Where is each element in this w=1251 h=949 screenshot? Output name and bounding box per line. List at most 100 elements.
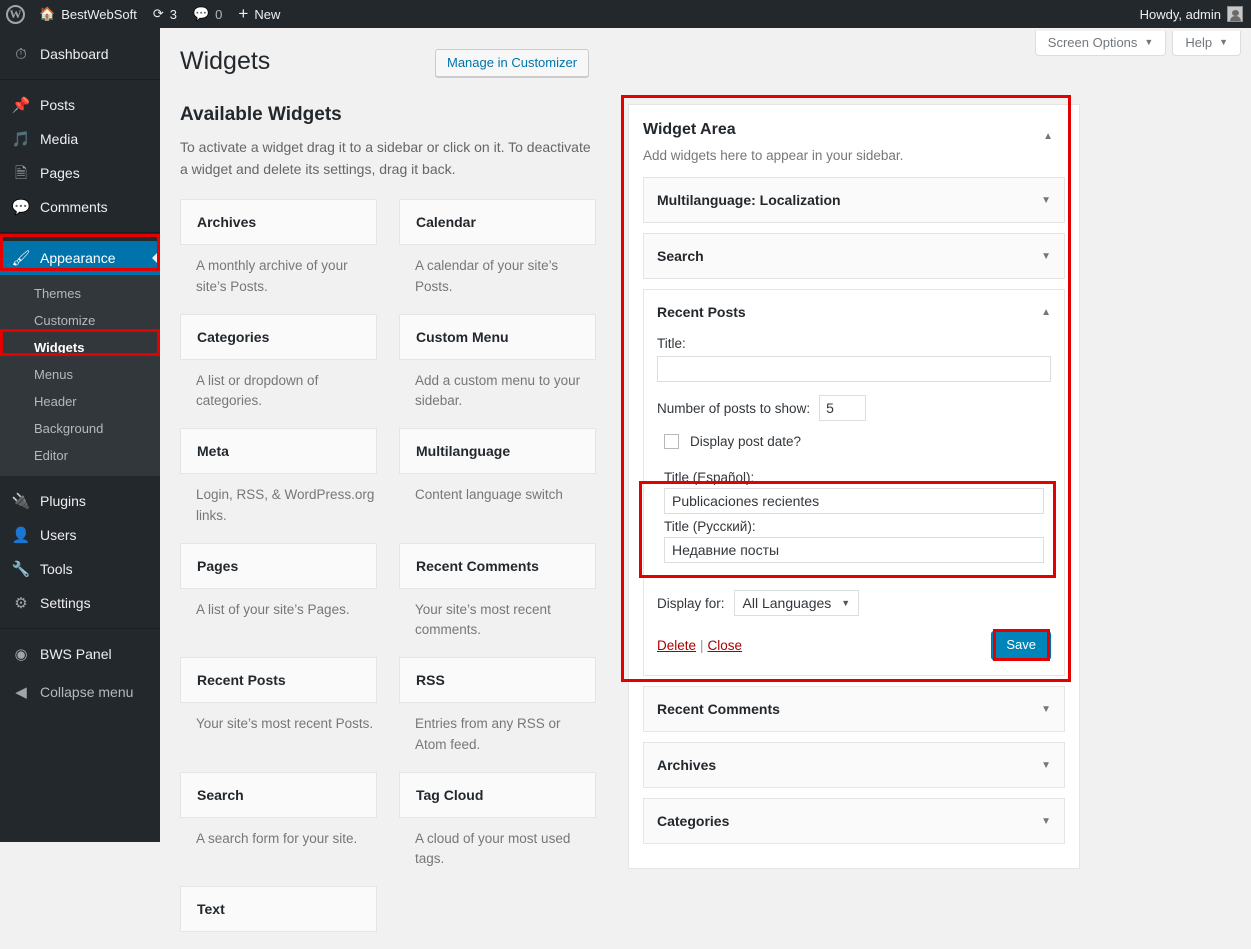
chevron-up-icon[interactable]: ▲ (1041, 307, 1051, 318)
sidebar-item-collapse-menu[interactable]: ◀ Collapse menu (0, 675, 160, 709)
widget-recent-posts[interactable]: Recent Posts ▲ Title: Number of posts to… (643, 289, 1065, 676)
available-widget-multilanguage[interactable]: Multilanguage Content language switch (399, 428, 596, 526)
sidebar-item-plugins[interactable]: 🔌 Plugins (0, 484, 160, 518)
submenu-item-menus[interactable]: Menus (0, 361, 160, 388)
chevron-down-icon[interactable]: ▼ (1041, 195, 1051, 206)
widget-name[interactable]: Categories (180, 313, 377, 360)
available-widget-calendar[interactable]: Calendar A calendar of your site’s Posts… (399, 199, 596, 297)
menu-divider (0, 79, 160, 80)
widget-name[interactable]: Search (180, 771, 377, 818)
chevron-down-icon[interactable]: ▼ (1041, 760, 1051, 771)
submenu-item-editor[interactable]: Editor (0, 442, 160, 469)
chevron-down-icon[interactable]: ▼ (1041, 251, 1051, 262)
sidebar-item-label: Appearance (40, 250, 116, 266)
sidebar-item-comments[interactable]: 💬 Comments (0, 190, 160, 224)
comments-menu[interactable]: 💬 0 (185, 0, 230, 28)
chevron-up-icon[interactable]: ▲ (1043, 131, 1053, 142)
widget-name[interactable]: Recent Posts (180, 657, 377, 704)
sidebar-item-pages[interactable]: 🗎 Pages (0, 156, 160, 190)
number-of-posts-input[interactable] (819, 395, 867, 421)
widget-header[interactable]: Search ▼ (644, 234, 1064, 278)
widget-description: A search form for your site. (196, 830, 358, 846)
sidebar-item-dashboard[interactable]: ⏱ Dashboard (0, 37, 160, 71)
available-widget-categories[interactable]: Categories A list or dropdown of categor… (180, 313, 377, 412)
available-widget-pages[interactable]: Pages A list of your site’s Pages. (180, 542, 377, 641)
help-button[interactable]: Help ▼ (1172, 31, 1241, 56)
title-ru-input[interactable] (664, 537, 1044, 563)
widget-control-actions: Delete | Close Save (657, 631, 1051, 659)
user-avatar-icon (1227, 6, 1243, 22)
title-es-input[interactable] (664, 488, 1044, 514)
widget-name[interactable]: Multilanguage (399, 428, 596, 475)
available-widget-archives[interactable]: Archives A monthly archive of your site’… (180, 199, 377, 297)
sidebar-item-appearance[interactable]: 🖌 Appearance (0, 241, 160, 275)
widget-area-title: Widget Area (643, 121, 736, 138)
widget-name[interactable]: Calendar (399, 199, 596, 246)
screen-options-button[interactable]: Screen Options ▼ (1034, 31, 1167, 56)
widget-recent-comments[interactable]: Recent Comments ▼ (643, 686, 1065, 732)
submenu-item-header[interactable]: Header (0, 388, 160, 415)
available-widget-meta[interactable]: Meta Login, RSS, & WordPress.org links. (180, 428, 377, 526)
sidebar-item-media[interactable]: 🎵 Media (0, 122, 160, 156)
submenu-item-themes[interactable]: Themes (0, 280, 160, 307)
updates-icon: ⟳ (152, 6, 164, 21)
display-post-date-checkbox[interactable] (664, 434, 679, 449)
available-widget-rss[interactable]: RSS Entries from any RSS or Atom feed. (399, 657, 596, 755)
sidebar-item-users[interactable]: 👤 Users (0, 518, 160, 552)
widget-name[interactable]: Archives (180, 199, 377, 246)
save-button[interactable]: Save (991, 631, 1051, 659)
site-name-menu[interactable]: 🏠 BestWebSoft (31, 0, 145, 28)
widget-categories[interactable]: Categories ▼ (643, 798, 1065, 844)
title-input[interactable] (657, 356, 1051, 382)
available-widget-recent-posts[interactable]: Recent Posts Your site’s most recent Pos… (180, 657, 377, 755)
available-widget-recent-comments[interactable]: Recent Comments Your site’s most recent … (399, 542, 596, 641)
my-account-menu[interactable]: Howdy, admin (1132, 0, 1243, 28)
comment-bubble-icon: 💬 (11, 198, 31, 216)
widget-header[interactable]: Multilanguage: Localization ▼ (644, 178, 1064, 222)
submenu-item-background[interactable]: Background (0, 415, 160, 442)
widget-name[interactable]: Text (180, 886, 377, 933)
available-widgets-heading: Available Widgets (180, 104, 342, 125)
widget-description: A cloud of your most used tags. (415, 830, 571, 867)
widget-name[interactable]: Tag Cloud (399, 771, 596, 818)
chevron-down-icon[interactable]: ▼ (1041, 704, 1051, 715)
close-link[interactable]: Close (708, 638, 743, 653)
home-icon: 🏠 (39, 6, 56, 21)
display-for-select[interactable]: All Languages ▼ (733, 590, 860, 616)
chevron-down-icon[interactable]: ▼ (1041, 816, 1051, 827)
updates-menu[interactable]: ⟳ 3 (145, 0, 185, 28)
sidebar-item-label: Dashboard (40, 46, 109, 62)
sidebar-item-settings[interactable]: ⚙ Settings (0, 586, 160, 620)
manage-in-customizer-button[interactable]: Manage in Customizer (435, 49, 590, 77)
widget-header[interactable]: Recent Comments ▼ (644, 687, 1064, 731)
delete-link[interactable]: Delete (657, 638, 696, 653)
available-widget-tag-cloud[interactable]: Tag Cloud A cloud of your most used tags… (399, 771, 596, 870)
new-content-menu[interactable]: + New (230, 0, 288, 28)
available-widget-text[interactable]: Text (180, 886, 377, 933)
pin-icon: 📌 (11, 96, 31, 114)
submenu-item-widgets[interactable]: Widgets (0, 334, 160, 361)
pages-icon: 🗎 (14, 164, 28, 182)
widget-search[interactable]: Search ▼ (643, 233, 1065, 279)
widget-name[interactable]: RSS (399, 657, 596, 704)
submenu-item-customize[interactable]: Customize (0, 307, 160, 334)
widget-name[interactable]: Pages (180, 542, 377, 589)
widget-header[interactable]: Recent Posts ▲ (644, 290, 1064, 334)
widget-name[interactable]: Recent Comments (399, 542, 596, 589)
widget-header[interactable]: Archives ▼ (644, 743, 1064, 787)
main-content-area: Screen Options ▼ Help ▼ Widgets Manage i… (160, 28, 1251, 933)
widget-name[interactable]: Meta (180, 428, 377, 475)
title-label: Title: (657, 336, 686, 351)
widget-header[interactable]: Categories ▼ (644, 799, 1064, 843)
sidebar-item-label: Comments (40, 199, 108, 215)
available-widget-search[interactable]: Search A search form for your site. (180, 771, 377, 870)
wordpress-logo-menu[interactable]: W (0, 0, 31, 28)
widget-archives[interactable]: Archives ▼ (643, 742, 1065, 788)
sidebar-item-posts[interactable]: 📌 Posts (0, 88, 160, 122)
available-widget-custom-menu[interactable]: Custom Menu Add a custom menu to your si… (399, 313, 596, 412)
widget-multilanguage-localization[interactable]: Multilanguage: Localization ▼ (643, 177, 1065, 223)
sidebar-item-bws-panel[interactable]: ◉ BWS Panel (0, 637, 160, 671)
widget-area-description: Add widgets here to appear in your sideb… (643, 148, 904, 163)
sidebar-item-tools[interactable]: 🔧 Tools (0, 552, 160, 586)
widget-name[interactable]: Custom Menu (399, 313, 596, 360)
